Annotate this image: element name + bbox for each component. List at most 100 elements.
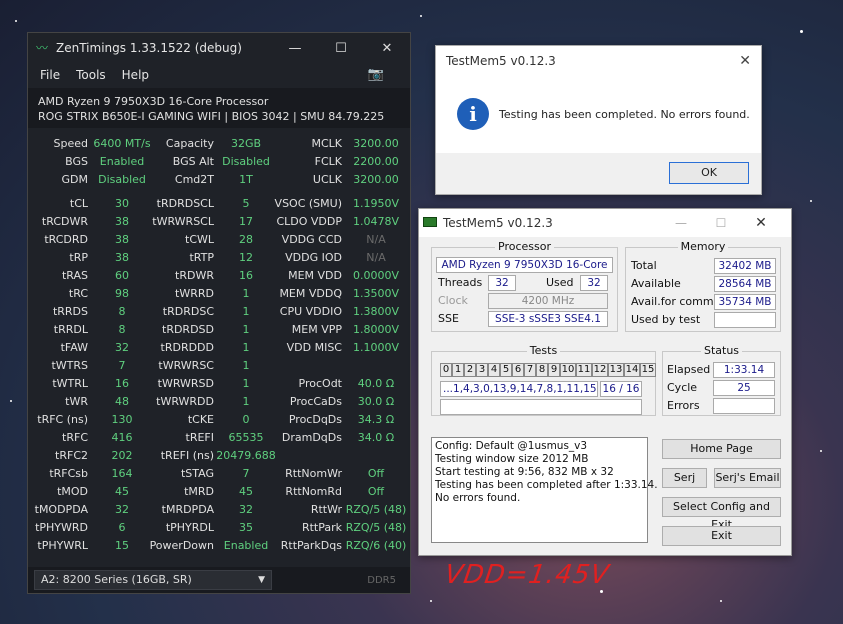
- close-icon[interactable]: ✕: [741, 209, 781, 237]
- timing-label: tRTP: [189, 251, 214, 264]
- timing-row: tRRDS 8 tRDRDSC 1 CPU VDDIO 1.3800V: [28, 303, 410, 321]
- used-label: Used: [546, 276, 574, 289]
- timing-row: tRCDRD 38 tCWL 28 VDDG CCD N/A: [28, 231, 410, 249]
- timing-label: tWRWRSC: [158, 359, 214, 372]
- commit-value: 35734 MB: [714, 294, 776, 310]
- timing-value: Enabled: [223, 539, 269, 552]
- dialog-titlebar[interactable]: TestMem5 v0.12.3 ✕: [436, 46, 761, 76]
- timing-label: tRFCsb: [49, 467, 88, 480]
- exit-button[interactable]: Exit: [662, 526, 781, 546]
- timing-label: CLDO VDDP: [276, 215, 342, 228]
- close-icon[interactable]: ✕: [364, 41, 410, 56]
- timing-row: tPHYWRD 6 tPHYRDL 35 RttPark RZQ/5 (48): [28, 519, 410, 537]
- timing-value: Disabled: [98, 173, 146, 186]
- select-config-exit-button[interactable]: Select Config and Exit: [662, 497, 781, 531]
- zentimings-titlebar[interactable]: 〰 ZenTimings 1.33.1522 (debug) — ☐ ✕: [28, 33, 410, 63]
- timing-row: tRCDWR 38 tWRWRSCL 17 CLDO VDDP 1.0478V: [28, 213, 410, 231]
- timing-value: 1.3800V: [352, 305, 399, 318]
- timing-row: tCL 30 tRDRDSCL 5 VSOC (SMU) 1.1950V: [28, 195, 410, 213]
- menu-help[interactable]: Help: [122, 68, 149, 82]
- info-icon: i: [457, 98, 489, 130]
- timing-row: tWTRL 16 tWRWRSD 1 ProcOdt 40.0 Ω: [28, 375, 410, 393]
- status-group: Status Elapsed 1:33.14 Cycle 25 Errors: [662, 344, 781, 416]
- timing-label: tRC: [68, 287, 88, 300]
- timing-label: tRFC (ns): [37, 413, 88, 426]
- cycle-value: 25: [713, 380, 775, 396]
- timing-row: tPHYWRL 15 PowerDown Enabled RttParkDqs RZQ/6…: [28, 537, 410, 555]
- test-number: 5: [500, 363, 512, 377]
- tests-group: Tests 0 1 2 3 4 5 6 7 8 9 10 11 12 13 14 15 ...1,4,3,0,…: [431, 344, 656, 416]
- tests-group-label: Tests: [526, 344, 561, 357]
- maximize-icon[interactable]: ☐: [318, 41, 364, 56]
- timing-label: tRDRDSCL: [156, 197, 214, 210]
- dimm-select-value: A2: 8200 Series (16GB, SR): [41, 573, 192, 586]
- timing-value: 45: [115, 485, 129, 498]
- test-number: 15: [640, 363, 656, 377]
- threads-value: 32: [488, 275, 516, 291]
- timing-value: 8: [118, 305, 126, 318]
- ok-button[interactable]: OK: [669, 162, 749, 184]
- test-number: 9: [548, 363, 560, 377]
- test-progress: 16 / 16: [600, 381, 642, 397]
- minimize-icon[interactable]: —: [272, 41, 318, 56]
- timing-value: 60: [115, 269, 129, 282]
- errors-label: Errors: [667, 399, 700, 412]
- timing-value: 130: [111, 413, 133, 426]
- timing-label: tRDWR: [175, 269, 214, 282]
- memory-type: DDR5: [367, 575, 396, 586]
- timing-label: tRAS: [61, 269, 88, 282]
- serj-button[interactable]: Serj: [662, 468, 707, 488]
- timing-label: tMOD: [57, 485, 88, 498]
- memory-group-label: Memory: [677, 240, 729, 253]
- timing-row: tMODPDA 32 tMRDPDA 32 RttWr RZQ/5 (48): [28, 501, 410, 519]
- dimm-select[interactable]: A2: 8200 Series (16GB, SR) ▼: [34, 570, 272, 590]
- processor-group: Processor AMD Ryzen 9 7950X3D 16-Core Th…: [431, 240, 618, 332]
- test-sequence: ...1,4,3,0,13,9,14,7,8,1,11,15: [440, 381, 598, 397]
- usedbytest-value: [714, 312, 776, 328]
- test-number: 14: [624, 363, 640, 377]
- timing-value: 38: [115, 215, 129, 228]
- timing-label: tWRRD: [175, 287, 214, 300]
- camera-icon[interactable]: 📷: [368, 67, 384, 82]
- sse-label: SSE: [438, 312, 459, 325]
- cpu-name: AMD Ryzen 9 7950X3D 16-Core Processor: [38, 95, 269, 108]
- timing-row: GDM Disabled Cmd2T 1T UCLK 3200.00: [28, 171, 410, 189]
- elapsed-value: 1:33.14: [713, 362, 775, 378]
- timing-value: Off: [367, 485, 385, 498]
- available-label: Available: [631, 277, 681, 290]
- menu-file[interactable]: File: [40, 68, 60, 82]
- testmem-titlebar[interactable]: TestMem5 v0.12.3 — ☐ ✕: [419, 209, 791, 237]
- timing-value: 34.0 Ω: [357, 431, 395, 444]
- used-value: 32: [580, 275, 608, 291]
- zentimings-logo-icon: 〰: [36, 41, 49, 55]
- timing-label: tCKE: [187, 413, 214, 426]
- zentimings-window: 〰 ZenTimings 1.33.1522 (debug) — ☐ ✕ Fil…: [27, 32, 411, 594]
- test-number: 12: [592, 363, 608, 377]
- dialog-close-icon[interactable]: ✕: [739, 46, 751, 76]
- timing-value: 1.8000V: [352, 323, 399, 336]
- timing-label: tRFC2: [55, 449, 88, 462]
- timing-label: VDD MISC: [286, 341, 342, 354]
- home-page-button[interactable]: Home Page: [662, 439, 781, 459]
- timing-label: tWRWRSCL: [152, 215, 214, 228]
- serj-email-button[interactable]: Serj's Email: [714, 468, 781, 488]
- timing-value: Off: [367, 467, 385, 480]
- log-output[interactable]: Config: Default @1usmus_v3 Testing windo…: [431, 437, 658, 543]
- timing-value: 20479.688: [216, 449, 276, 462]
- timing-row: tRRDL 8 tRDRDSD 1 MEM VPP 1.8000V: [28, 321, 410, 339]
- timing-value: 17: [239, 215, 253, 228]
- timing-label: Speed: [53, 137, 88, 150]
- timing-label: FCLK: [314, 155, 342, 168]
- test-number: 7: [524, 363, 536, 377]
- timing-value: N/A: [366, 251, 386, 264]
- timing-label: Capacity: [165, 137, 214, 150]
- menu-tools[interactable]: Tools: [76, 68, 106, 82]
- processor-group-label: Processor: [495, 240, 554, 253]
- timing-label: tWRWRDD: [156, 395, 214, 408]
- testmem-dialog: TestMem5 v0.12.3 ✕ i Testing has been co…: [435, 45, 762, 195]
- timing-label: ProcCaDs: [289, 395, 342, 408]
- timing-value: 16: [239, 269, 253, 282]
- timing-value: 164: [111, 467, 133, 480]
- timing-value: Enabled: [99, 155, 145, 168]
- timing-row: BGS Enabled BGS Alt Disabled FCLK 2200.00: [28, 153, 410, 171]
